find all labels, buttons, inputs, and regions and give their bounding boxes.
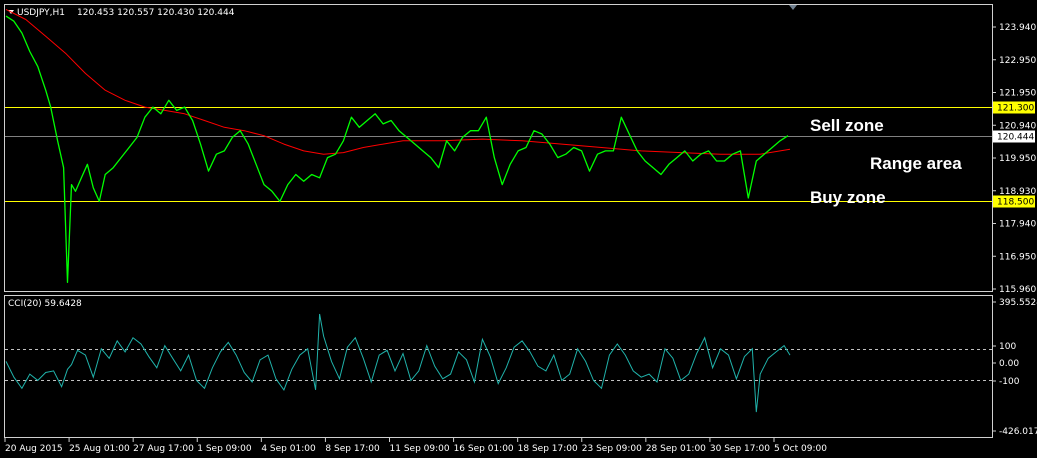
price-tick-label: 117.940 xyxy=(999,220,1036,230)
time-tick-label: 11 Sep 09:00 xyxy=(390,444,450,454)
time-tick-label: 25 Aug 01:00 xyxy=(69,444,130,454)
range-area-label: Range area xyxy=(870,154,962,173)
price-tick-label: 120.940 xyxy=(999,121,1036,131)
symbol-label: USDJPY,H1 xyxy=(17,8,65,18)
sell-zone-label: Sell zone xyxy=(810,116,884,135)
sell-zone-tag-label: 121.300 xyxy=(997,104,1034,114)
current-price-tag-label: 120.444 xyxy=(997,133,1034,143)
price-tick-label: 123.940 xyxy=(999,23,1036,33)
time-tick-label: 5 Oct 09:00 xyxy=(774,444,827,454)
cci-axis: 395.5524 100 0.00 -100 -426.0176 xyxy=(992,298,1037,437)
time-tick-label: 28 Sep 01:00 xyxy=(646,444,706,454)
price-tick-label: 122.950 xyxy=(999,56,1036,66)
time-tick-label: 23 Sep 09:00 xyxy=(582,444,642,454)
cci-indicator-label: CCI(20) 59.6428 xyxy=(8,299,82,309)
time-tick-label: 8 Sep 17:00 xyxy=(325,444,380,454)
trading-chart: USDJPY,H1 120.453 120.557 120.430 120.44… xyxy=(4,4,1037,454)
time-tick-label: 27 Aug 17:00 xyxy=(133,444,194,454)
cci-tick-label: 0.00 xyxy=(999,359,1019,369)
ohlc-values: 120.453 120.557 120.430 120.444 xyxy=(77,8,235,18)
time-axis: 20 Aug 2015 25 Aug 01:00 27 Aug 17:00 1 Sep… xyxy=(4,438,827,454)
time-tick-label: 4 Sep 01:00 xyxy=(261,444,316,454)
time-tick-label: 1 Sep 09:00 xyxy=(197,444,252,454)
cci-tick-label: -100 xyxy=(999,377,1020,387)
price-tick-label: 115.960 xyxy=(999,285,1036,295)
time-tick-label: 20 Aug 2015 xyxy=(5,444,63,454)
price-axis: 121.300 120.444 118.500 123.940 122.950 121.9… xyxy=(992,23,1036,295)
time-tick-label: 30 Sep 17:00 xyxy=(710,444,770,454)
cci-panel xyxy=(4,295,993,438)
buy-zone-label: Buy zone xyxy=(810,188,886,207)
cci-tick-label: -426.0176 xyxy=(999,427,1037,437)
time-tick-label: 16 Sep 01:00 xyxy=(454,444,514,454)
cci-tick-label: 395.5524 xyxy=(999,298,1037,308)
price-tick-label: 116.950 xyxy=(999,252,1036,262)
price-panel xyxy=(4,4,993,292)
cci-tick-label: 100 xyxy=(999,342,1016,352)
price-tick-label: 121.950 xyxy=(999,89,1036,99)
time-tick-label: 18 Sep 17:00 xyxy=(518,444,578,454)
buy-zone-tag-label: 118.500 xyxy=(997,198,1034,208)
price-tick-label: 119.950 xyxy=(999,154,1036,164)
price-tick-label: 118.930 xyxy=(999,187,1036,197)
